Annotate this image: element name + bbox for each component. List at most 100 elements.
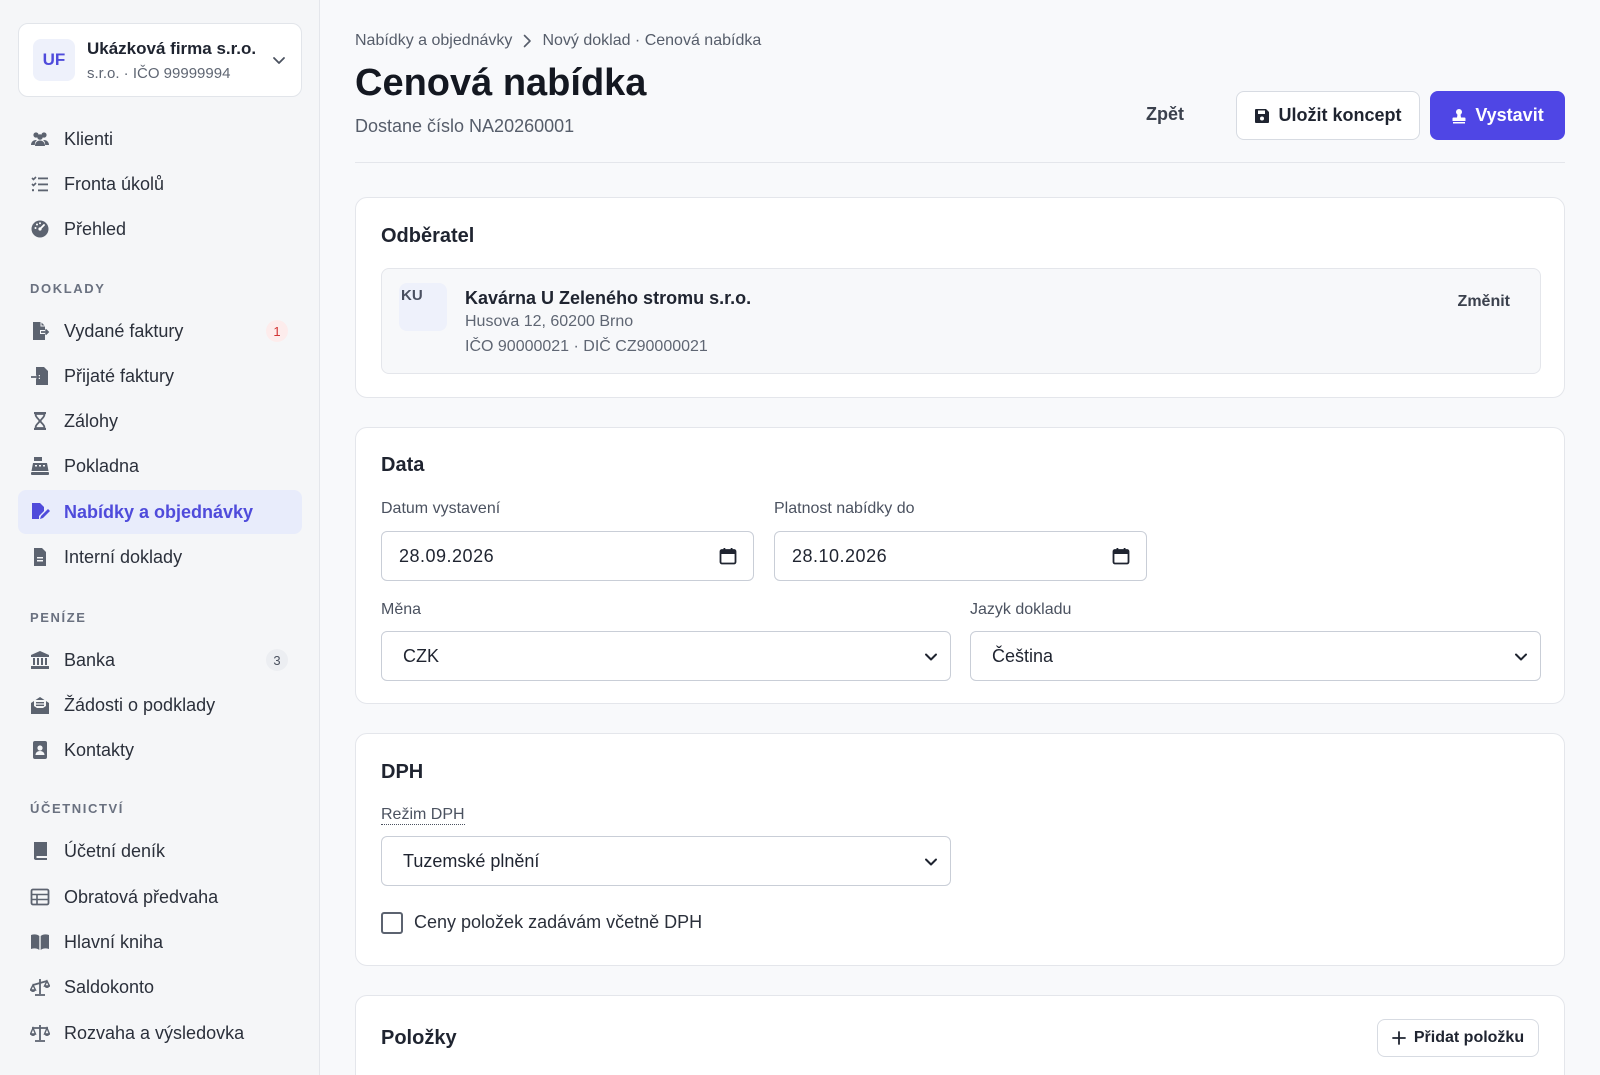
envelope-open-icon bbox=[31, 697, 49, 714]
breadcrumb: Nabídky a objednávky Nový doklad · Cenov… bbox=[355, 32, 761, 50]
sidebar-item-prehled[interactable]: Přehled bbox=[18, 207, 302, 251]
currency-select[interactable]: CZK bbox=[381, 631, 951, 681]
calendar-icon[interactable] bbox=[719, 547, 737, 565]
sidebar-item-zadosti-o-podklady[interactable]: Žádosti o podklady bbox=[18, 683, 302, 727]
sidebar-item-label: Hlavní kniha bbox=[64, 932, 164, 952]
issue-button[interactable]: Vystavit bbox=[1430, 91, 1565, 140]
vat-mode-label[interactable]: Režim DPH bbox=[381, 806, 465, 825]
chevron-right-icon bbox=[524, 34, 532, 48]
vat-mode-select[interactable]: Tuzemské plnění bbox=[381, 836, 951, 886]
valid-until-label: Platnost nabídky do bbox=[774, 500, 915, 517]
customer-ids: IČO 90000021 · DIČ CZ90000021 bbox=[465, 338, 708, 355]
chevron-down-icon bbox=[273, 57, 285, 64]
company-avatar: UF bbox=[33, 39, 75, 81]
table-icon bbox=[30, 888, 50, 906]
add-item-button[interactable]: Přidat položku bbox=[1377, 1019, 1539, 1057]
prices-incl-vat-checkbox[interactable] bbox=[381, 912, 403, 934]
header-divider bbox=[355, 162, 1565, 163]
sidebar-item-label: Zálohy bbox=[64, 411, 119, 431]
scale-unbalanced-icon bbox=[30, 979, 50, 996]
sidebar-item-obratova-predvaha[interactable]: Obratová předvaha bbox=[18, 875, 302, 919]
sidebar-item-vydane-faktury[interactable]: Vydané faktury 1 bbox=[18, 309, 302, 353]
company-subtitle: s.r.o. · IČO 99999994 bbox=[87, 65, 231, 82]
sidebar-item-label: Klienti bbox=[64, 129, 114, 149]
company-switcher[interactable]: UF Ukázková firma s.r.o. s.r.o. · IČO 99… bbox=[18, 23, 302, 97]
change-customer-button[interactable]: Změnit bbox=[1458, 293, 1510, 311]
breadcrumb-link-parent[interactable]: Nabídky a objednávky bbox=[355, 32, 512, 50]
currency-value: CZK bbox=[403, 645, 439, 666]
sidebar-item-ucetni-denik[interactable]: Účetní deník bbox=[18, 829, 302, 873]
section-label-doklady: DOKLADY bbox=[30, 281, 106, 296]
users-icon bbox=[31, 132, 49, 146]
issue-date-label: Datum vystavení bbox=[381, 500, 501, 517]
language-label: Jazyk dokladu bbox=[970, 601, 1072, 618]
back-button[interactable]: Zpět bbox=[1146, 104, 1184, 125]
save-draft-button[interactable]: Uložit koncept bbox=[1236, 91, 1420, 140]
sidebar-item-label: Saldokonto bbox=[64, 977, 155, 997]
issue-date-value: 28.09.2026 bbox=[399, 545, 495, 566]
chevron-down-icon bbox=[1515, 653, 1527, 661]
items-card: Položky Přidat položku bbox=[355, 995, 1565, 1075]
sidebar-item-label: Pokladna bbox=[64, 456, 140, 476]
sidebar-item-label: Obratová předvaha bbox=[64, 887, 219, 907]
section-label-penize: PENÍZE bbox=[30, 610, 87, 625]
sidebar-item-rozvaha-a-vysledovka[interactable]: Rozvaha a výsledovka bbox=[18, 1011, 302, 1055]
sidebar-item-banka[interactable]: Banka 3 bbox=[18, 638, 302, 682]
hourglass-icon bbox=[34, 412, 46, 430]
stamp-icon bbox=[1452, 108, 1466, 123]
calendar-icon[interactable] bbox=[1112, 547, 1130, 565]
sidebar-item-klienti[interactable]: Klienti bbox=[18, 117, 302, 161]
sidebar-item-saldokonto[interactable]: Saldokonto bbox=[18, 965, 302, 1009]
sidebar-item-label: Žádosti o podklady bbox=[64, 695, 216, 715]
floppy-disk-icon bbox=[1255, 108, 1270, 123]
sidebar-item-label: Interní doklady bbox=[64, 547, 183, 567]
sidebar-item-label: Fronta úkolů bbox=[64, 174, 165, 194]
book-open-icon bbox=[31, 934, 49, 950]
customer-address: Husova 12, 60200 Brno bbox=[465, 313, 634, 330]
sidebar-item-prijate-faktury[interactable]: Přijaté faktury bbox=[18, 354, 302, 398]
sidebar-item-fronta-ukolu[interactable]: Fronta úkolů bbox=[18, 162, 302, 206]
issue-label: Vystavit bbox=[1475, 105, 1544, 125]
save-draft-label: Uložit koncept bbox=[1278, 105, 1402, 125]
data-card-title: Data bbox=[381, 454, 425, 476]
page-title: Cenová nabídka bbox=[355, 62, 647, 104]
chevron-down-icon bbox=[925, 858, 937, 866]
sidebar-item-label: Vydané faktury bbox=[64, 321, 184, 341]
language-select[interactable]: Čeština bbox=[970, 631, 1541, 681]
vat-card-title: DPH bbox=[381, 761, 424, 783]
items-card-title: Položky bbox=[381, 1027, 457, 1049]
prices-incl-vat-label[interactable]: Ceny položek zadávám včetně DPH bbox=[414, 912, 702, 933]
sidebar-item-label: Rozvaha a výsledovka bbox=[64, 1023, 245, 1043]
sidebar-item-label: Banka bbox=[64, 650, 116, 670]
file-signature-icon bbox=[32, 503, 50, 519]
breadcrumb-current: Nový doklad · Cenová nabídka bbox=[542, 32, 762, 49]
sidebar-item-label: Přijaté faktury bbox=[64, 366, 175, 386]
sidebar-item-pokladna[interactable]: Pokladna bbox=[18, 444, 302, 488]
count-badge: 3 bbox=[266, 649, 288, 671]
cash-register-icon bbox=[31, 457, 49, 475]
section-label-ucetnictvi: ÚČETNICTVÍ bbox=[30, 801, 124, 816]
issue-date-input[interactable]: 28.09.2026 bbox=[381, 531, 754, 581]
currency-label: Měna bbox=[381, 601, 422, 618]
unread-count-badge: 1 bbox=[266, 320, 288, 342]
add-item-label: Přidat položku bbox=[1413, 1029, 1525, 1046]
company-name: Ukázková firma s.r.o. bbox=[87, 39, 257, 58]
customer-avatar: KU bbox=[399, 283, 447, 331]
vat-card: DPH Režim DPH Tuzemské plnění Ceny polož… bbox=[355, 733, 1565, 966]
task-list-icon bbox=[31, 176, 48, 192]
sidebar-item-kontakty[interactable]: Kontakty bbox=[18, 728, 302, 772]
sidebar-item-label: Nabídky a objednávky bbox=[64, 502, 254, 522]
language-value: Čeština bbox=[992, 645, 1054, 666]
sidebar-item-label: Účetní deník bbox=[64, 841, 166, 861]
sidebar-item-nabidky-a-objednavky[interactable]: Nabídky a objednávky bbox=[18, 490, 302, 534]
customer-card-title: Odběratel bbox=[381, 225, 475, 247]
valid-until-value: 28.10.2026 bbox=[792, 545, 888, 566]
invoice-out-icon bbox=[33, 322, 50, 340]
book-icon bbox=[34, 842, 47, 860]
sidebar-item-hlavni-kniha[interactable]: Hlavní kniha bbox=[18, 920, 302, 964]
sidebar: UF Ukázková firma s.r.o. s.r.o. · IČO 99… bbox=[0, 0, 320, 1075]
valid-until-input[interactable]: 28.10.2026 bbox=[774, 531, 1147, 581]
sidebar-item-zalohy[interactable]: Zálohy bbox=[18, 399, 302, 443]
chevron-down-icon bbox=[925, 653, 937, 661]
sidebar-item-interni-doklady[interactable]: Interní doklady bbox=[18, 535, 302, 579]
